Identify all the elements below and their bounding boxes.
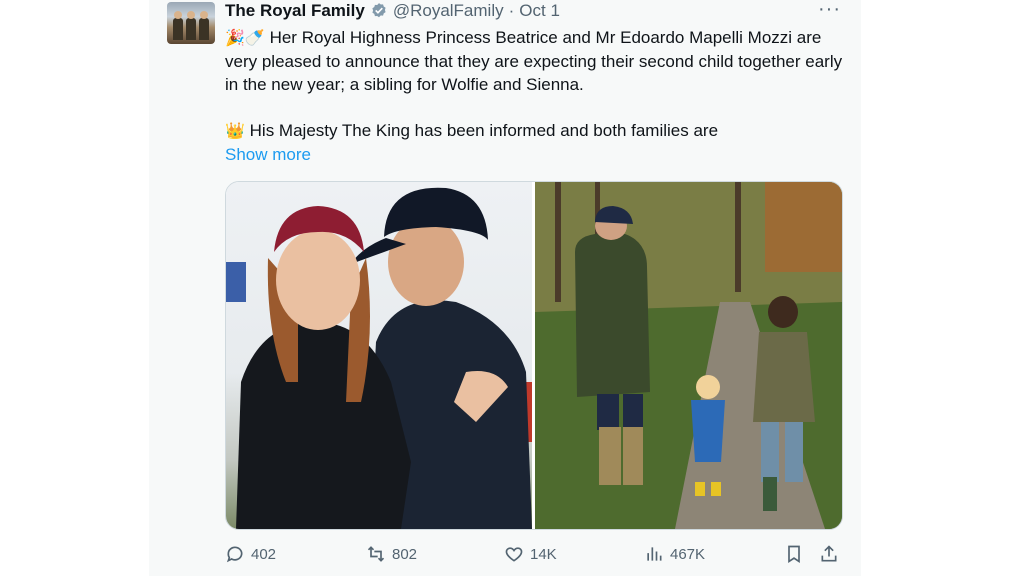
bookmark-icon <box>788 545 800 564</box>
tweet-header: The Royal Family @RoyalFamily · Oct 1 <box>225 0 560 22</box>
repost-icon <box>367 546 385 562</box>
author-handle[interactable]: @RoyalFamily <box>393 1 504 21</box>
view-count: 467K <box>670 545 706 563</box>
photo-couple[interactable] <box>226 182 532 529</box>
repost-button[interactable]: 802 <box>366 544 417 564</box>
heart-icon <box>505 547 523 562</box>
verified-badge-icon <box>372 3 386 18</box>
tweet-text: 🎉🍼 Her Royal Highness Princess Beatrice … <box>225 26 845 143</box>
family-walk-illustration <box>535 182 842 529</box>
show-more-link[interactable]: Show more <box>225 145 311 165</box>
bookmark-button[interactable] <box>784 544 804 564</box>
paragraph-1: Her Royal Highness Princess Beatrice and… <box>225 28 843 94</box>
tweet-date[interactable]: Oct 1 <box>519 1 560 21</box>
media-grid <box>225 181 843 530</box>
views-chart-icon <box>647 547 662 561</box>
repost-count: 802 <box>392 545 418 563</box>
photo-family-walk[interactable] <box>535 182 842 529</box>
party-baby-bottle-emoji-icon: 🎉🍼 <box>225 30 265 47</box>
like-button[interactable]: 14K <box>504 544 557 564</box>
views-button[interactable]: 467K <box>644 544 705 564</box>
couple-illustration <box>226 187 532 529</box>
reply-count: 402 <box>251 545 277 563</box>
reply-icon <box>226 546 243 563</box>
share-button[interactable] <box>819 544 839 564</box>
crown-emoji-icon: 👑 <box>225 123 245 140</box>
author-name[interactable]: The Royal Family <box>225 1 365 21</box>
share-icon <box>821 545 837 562</box>
avatar[interactable] <box>167 2 215 44</box>
separator: · <box>508 1 515 20</box>
action-bar: 402 802 14K 467K <box>225 544 845 568</box>
reply-button[interactable]: 402 <box>225 544 276 564</box>
like-count: 14K <box>530 545 557 563</box>
paragraph-2: His Majesty The King has been informed a… <box>249 121 719 140</box>
tweet-card[interactable]: The Royal Family @RoyalFamily · Oct 1 ··… <box>149 0 861 576</box>
more-options-icon[interactable]: ··· <box>818 0 841 19</box>
